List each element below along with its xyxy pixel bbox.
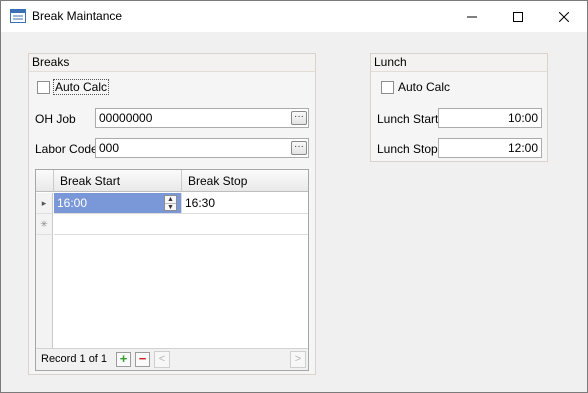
break-maintenance-window: Break Maintance Breaks Auto Calc OH Job …	[0, 0, 588, 393]
close-icon	[559, 11, 569, 22]
form-icon	[10, 9, 26, 23]
row-indicator-new[interactable]: ✳	[36, 214, 53, 235]
maximize-button[interactable]	[495, 1, 541, 32]
grid-corner	[36, 170, 54, 192]
breaks-auto-calc-label: Auto Calc	[52, 79, 110, 95]
oh-job-lookup-button[interactable]: ···	[291, 111, 307, 125]
column-header-break-start[interactable]: Break Start	[54, 170, 182, 192]
lunch-group-header: Lunch	[371, 54, 547, 72]
checkbox-box[interactable]	[37, 80, 50, 94]
grid-navigator: Record 1 of 1 + − < >	[36, 348, 308, 370]
column-header-break-stop[interactable]: Break Stop	[182, 170, 308, 192]
maximize-icon	[513, 11, 523, 22]
row-indicator-current[interactable]: ▸	[36, 193, 53, 214]
current-row-icon: ▸	[41, 198, 47, 208]
checkbox-box[interactable]	[381, 80, 394, 94]
lunch-start-label: Lunch Start	[377, 112, 439, 126]
chevron-left-icon: <	[158, 353, 166, 365]
minus-icon: −	[138, 351, 147, 366]
oh-job-field[interactable]: 00000000	[95, 108, 309, 128]
horizontal-scrolltrack[interactable]	[170, 351, 290, 368]
labor-code-lookup-button[interactable]: ···	[291, 141, 307, 155]
lunch-stop-field[interactable]: 12:00	[438, 138, 542, 158]
new-row-cell[interactable]	[54, 214, 308, 235]
remove-record-button[interactable]: −	[135, 352, 150, 367]
window-title: Break Maintance	[32, 9, 123, 23]
cell-break-start[interactable]: 16:00	[54, 193, 182, 214]
scroll-left-button[interactable]: <	[154, 351, 170, 368]
add-record-button[interactable]: +	[116, 352, 131, 367]
breaks-group-header: Breaks	[29, 54, 315, 72]
breaks-grid[interactable]: Break Start Break Stop ▸ 16:00 ▲ ▼ 16:30…	[35, 169, 309, 371]
scroll-right-button[interactable]: >	[290, 351, 306, 368]
time-spinner[interactable]: ▲ ▼	[164, 195, 177, 211]
close-button[interactable]	[541, 1, 587, 32]
cell-break-stop[interactable]: 16:30	[182, 193, 308, 214]
row-indicator-strip	[36, 235, 53, 349]
oh-job-label: OH Job	[35, 112, 76, 126]
new-row-icon: ✳	[40, 219, 48, 229]
lunch-start-field[interactable]: 10:00	[438, 108, 542, 128]
spin-down-icon[interactable]: ▼	[165, 203, 176, 211]
minimize-button[interactable]	[449, 1, 495, 32]
breaks-auto-calc-checkbox[interactable]: Auto Calc	[37, 79, 110, 95]
lunch-auto-calc-label: Auto Calc	[398, 80, 451, 94]
labor-code-label: Labor Code	[35, 142, 98, 156]
spin-up-icon[interactable]: ▲	[165, 196, 176, 203]
labor-code-field[interactable]: 000	[95, 138, 309, 158]
lunch-stop-label: Lunch Stop	[377, 142, 438, 156]
minimize-icon	[467, 16, 477, 17]
record-count: Record 1 of 1	[41, 353, 108, 365]
grid-header: Break Start Break Stop	[36, 170, 308, 192]
chevron-right-icon: >	[294, 353, 302, 365]
plus-icon: +	[119, 351, 128, 366]
lunch-auto-calc-checkbox[interactable]: Auto Calc	[381, 80, 450, 94]
title-bar[interactable]: Break Maintance	[1, 1, 587, 32]
